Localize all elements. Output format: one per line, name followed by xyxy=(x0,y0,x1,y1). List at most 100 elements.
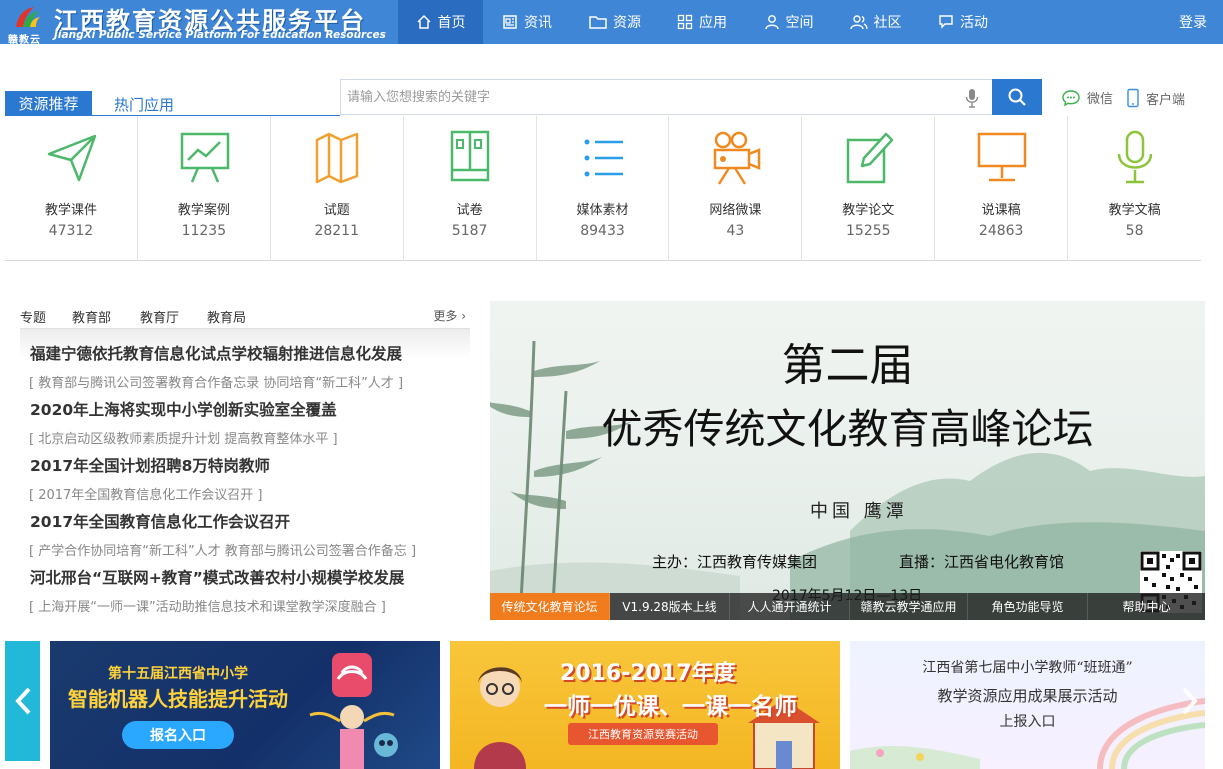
promo-robotics[interactable]: 第十五届江西省中小学 智能机器人技能提升活动 报名入口 xyxy=(50,641,440,769)
tab-department[interactable]: 教育厅 xyxy=(140,307,179,326)
carousel-prev-button[interactable] xyxy=(5,641,40,761)
banner-tab[interactable]: 传统文化教育论坛 xyxy=(490,593,610,620)
nav-news-label: 资讯 xyxy=(524,15,552,31)
search-button[interactable] xyxy=(992,79,1042,115)
category-lesson-scripts[interactable]: 说课稿 24863 xyxy=(935,116,1069,260)
microphone-icon xyxy=(1117,130,1153,184)
site-logo[interactable]: 赣教云 江西教育资源公共服务平台 JiangXi Public Service … xyxy=(4,1,396,46)
nav-activity[interactable]: 活动 xyxy=(919,0,1007,44)
category-manuscripts[interactable]: 教学文稿 58 xyxy=(1068,116,1201,260)
tab-topics[interactable]: 专题 xyxy=(20,307,46,326)
apps-grid-icon xyxy=(677,14,693,30)
wechat-icon xyxy=(1062,89,1080,106)
news-item[interactable]: 2017年全国计划招聘8万特岗教师 [ 2017年全国教育信息化工作会议召开 ] xyxy=(29,454,270,503)
tab-bureau[interactable]: 教育局 xyxy=(207,307,246,326)
top-navigation-bar: 赣教云 江西教育资源公共服务平台 JiangXi Public Service … xyxy=(0,0,1223,46)
category-label: 教学文稿 xyxy=(1108,203,1161,218)
more-label: 更多 xyxy=(433,309,458,323)
category-count: 5187 xyxy=(451,223,488,239)
category-count: 11235 xyxy=(181,223,227,239)
login-link[interactable]: 登录 xyxy=(1179,12,1207,32)
promo-lesson-line1: 2016-2017年度 xyxy=(560,661,736,686)
nav-space[interactable]: 空间 xyxy=(745,0,832,44)
news-subtitle[interactable]: [ 教育部与腾讯公司签署教育合作备忘录 协同培育“新工科”人才 ] xyxy=(29,372,403,391)
nav-home[interactable]: 首页 xyxy=(398,0,483,44)
category-courseware[interactable]: 教学课件 47312 xyxy=(5,116,138,260)
banner-tab[interactable]: 角色功能导览 xyxy=(968,593,1088,620)
pen-paper-icon xyxy=(847,132,894,184)
category-count: 15255 xyxy=(846,223,891,239)
client-label: 客户端 xyxy=(1146,92,1186,108)
nav-community-label: 社区 xyxy=(873,15,902,31)
microphone-icon[interactable] xyxy=(965,88,979,108)
banner-tab-bar: 传统文化教育论坛 V1.9.28版本上线 人人通开通统计 赣教云教学通应用 角色… xyxy=(490,593,1205,620)
category-label: 说课稿 xyxy=(981,203,1021,218)
tab-hot-apps[interactable]: 热门应用 xyxy=(114,94,174,115)
news-subtitle[interactable]: [ 北京启动区级教师素质提升计划 提高教育整体水平 ] xyxy=(29,428,338,447)
category-cases[interactable]: 教学案例 11235 xyxy=(138,116,271,260)
tab-resource-recommend[interactable]: 资源推荐 xyxy=(5,91,92,115)
banner-tab[interactable]: 帮助中心 xyxy=(1088,593,1205,620)
banner-live: 直播：江西省电化教育馆 xyxy=(899,553,1065,571)
news-item[interactable]: 2020年上海将实现中小学创新实验室全覆盖 [ 北京启动区级教师素质提升计划 提… xyxy=(29,398,338,447)
more-link[interactable]: 更多 › xyxy=(433,307,466,324)
category-questions[interactable]: 试题 28211 xyxy=(271,116,404,260)
category-count: 24863 xyxy=(978,223,1024,239)
category-papers[interactable]: 试卷 5187 xyxy=(404,116,537,260)
resource-category-grid: 教学课件 47312 教学案例 11235 试题 28211 试卷 5187 媒… xyxy=(5,116,1201,261)
news-title[interactable]: 2017年全国计划招聘8万特岗教师 xyxy=(30,454,270,476)
main-nav: 首页 资讯 资源 应用 空间 社区 活动 xyxy=(398,0,1007,44)
promo-lesson-line2: 一师一优课、一课一名师 xyxy=(544,694,797,720)
wechat-label: 微信 xyxy=(1087,92,1114,107)
logo-english-title: JiangXi Public Service Platform For Educ… xyxy=(54,29,386,41)
client-link[interactable]: 客户端 xyxy=(1126,88,1185,108)
home-icon xyxy=(416,14,431,29)
nav-community[interactable]: 社区 xyxy=(832,0,919,44)
banner-tab[interactable]: 人人通开通统计 xyxy=(730,593,850,620)
category-label: 教学论文 xyxy=(842,203,895,218)
nav-resources[interactable]: 资源 xyxy=(571,0,659,44)
chevron-left-icon xyxy=(14,687,30,715)
chevron-right-icon[interactable] xyxy=(1180,686,1200,716)
category-label: 教学课件 xyxy=(44,203,97,218)
news-subtitle[interactable]: [ 产学合作协同培育“新工科”人才 教育部与腾讯公司签署合作备忘 ] xyxy=(29,540,416,559)
logo-subtitle: 赣教云 xyxy=(8,35,41,46)
search-input[interactable] xyxy=(347,80,947,114)
community-icon xyxy=(849,15,868,30)
category-label: 媒体素材 xyxy=(576,203,629,218)
promo-classroom-line2: 教学资源应用成果展示活动 xyxy=(937,687,1118,705)
category-media[interactable]: 媒体素材 89433 xyxy=(537,116,670,260)
promo-classroom-line1: 江西省第七届中小学教师“班班通” xyxy=(922,660,1133,676)
wechat-link[interactable]: 微信 xyxy=(1061,88,1113,107)
category-theses[interactable]: 教学论文 15255 xyxy=(802,116,936,260)
news-item[interactable]: 2017年全国教育信息化工作会议召开 [ 产学合作协同培育“新工科”人才 教育部… xyxy=(29,510,416,559)
promo-classroom[interactable]: 江西省第七届中小学教师“班班通” 教学资源应用成果展示活动 上报入口 xyxy=(850,641,1205,769)
banner-location: 中国 鹰潭 xyxy=(810,501,908,522)
nav-space-label: 空间 xyxy=(785,15,814,31)
nav-apps[interactable]: 应用 xyxy=(659,0,745,44)
chevron-right-icon: › xyxy=(461,309,466,323)
news-title[interactable]: 2020年上海将实现中小学创新实验室全覆盖 xyxy=(30,398,338,420)
category-microlecture[interactable]: 网络微课 43 xyxy=(669,116,803,260)
news-item[interactable]: 福建宁德依托教育信息化试点学校辐射推进信息化发展 [ 教育部与腾讯公司签署教育合… xyxy=(29,342,403,391)
category-label: 试题 xyxy=(323,203,350,218)
nav-apps-label: 应用 xyxy=(699,15,727,31)
category-count: 47312 xyxy=(48,223,94,239)
news-title[interactable]: 河北邢台“互联网+教育”模式改善农村小规模学校发展 xyxy=(30,566,404,588)
news-subtitle[interactable]: [ 2017年全国教育信息化工作会议召开 ] xyxy=(29,484,270,503)
news-title[interactable]: 福建宁德依托教育信息化试点学校辐射推进信息化发展 xyxy=(30,342,403,364)
signup-button[interactable]: 报名入口 xyxy=(122,721,234,749)
news-subtitle[interactable]: [ 上海开展“一师一课”活动助推信息技术和课堂教学深度融合 ] xyxy=(29,596,404,615)
promo-excellent-lesson[interactable]: 2016-2017年度 一师一优课、一课一名师 江西教育资源竞赛活动 xyxy=(450,641,840,769)
banner-tab[interactable]: V1.9.28版本上线 xyxy=(610,593,730,620)
news-title[interactable]: 2017年全国教育信息化工作会议召开 xyxy=(30,510,416,532)
news-icon xyxy=(503,15,517,29)
nav-news[interactable]: 资讯 xyxy=(483,0,571,44)
banner-carousel[interactable]: 第二届 优秀传统文化教育高峰论坛 中国 鹰潭 主办：江西教育传媒集团 直播：江西… xyxy=(490,301,1205,620)
news-item[interactable]: 河北邢台“互联网+教育”模式改善农村小规模学校发展 [ 上海开展“一师一课”活动… xyxy=(29,566,404,615)
news-tabs: 专题 教育部 教育厅 教育局 更多 › xyxy=(20,305,470,332)
category-label: 教学案例 xyxy=(177,203,230,218)
banner-tab[interactable]: 赣教云教学通应用 xyxy=(850,593,968,620)
promo-classroom-line3[interactable]: 上报入口 xyxy=(850,711,1205,731)
nav-activity-label: 活动 xyxy=(960,15,988,31)
